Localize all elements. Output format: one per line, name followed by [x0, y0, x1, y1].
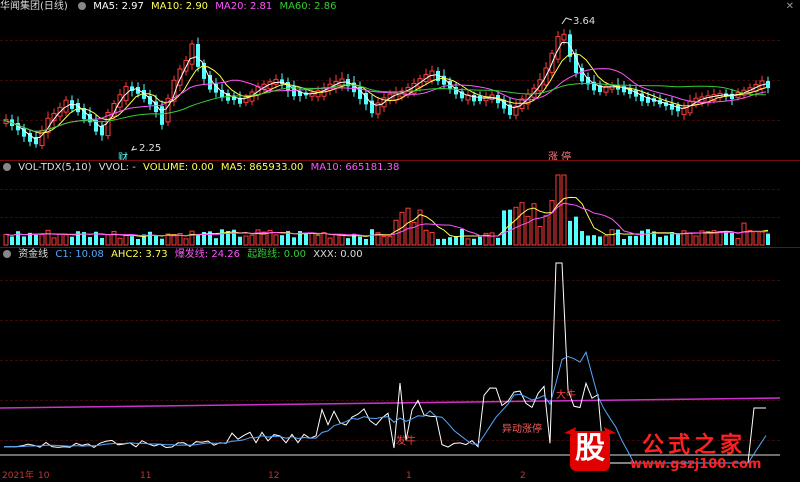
label-faniu: 发牛	[396, 436, 416, 447]
low-price-label: 2.25	[139, 143, 162, 154]
watermark: 股 公式之家 www.gszj100.com	[560, 425, 800, 475]
volume-panel[interactable]: VOL-TDX(5,10) VVOL: - VOLUME: 0.00 MA5: …	[0, 161, 800, 247]
date-1: 1	[406, 471, 412, 481]
tag-zhangting: 涨 停	[548, 152, 572, 160]
date-11: 11	[140, 471, 152, 481]
date-12: 12	[268, 471, 280, 481]
volume-chart	[3, 174, 770, 246]
watermark-logo-icon: 股	[575, 431, 605, 466]
price-panel[interactable]: 华闻集团(日线) MA5: 2.97 MA10: 2.90 MA20: 2.81…	[0, 0, 800, 160]
watermark-name: 公式之家	[642, 433, 747, 458]
date-2021: 2021年	[2, 471, 34, 481]
candlestick-chart	[3, 17, 770, 151]
tag-cai: 财	[118, 153, 128, 160]
label-yidong: 异动涨停	[502, 424, 542, 435]
date-2: 2	[520, 471, 526, 481]
watermark-url: www.gszj100.com	[630, 457, 762, 472]
label-top: 大牛	[556, 390, 576, 401]
high-price-label: 3.64	[573, 16, 596, 27]
date-10: 10	[38, 471, 50, 481]
